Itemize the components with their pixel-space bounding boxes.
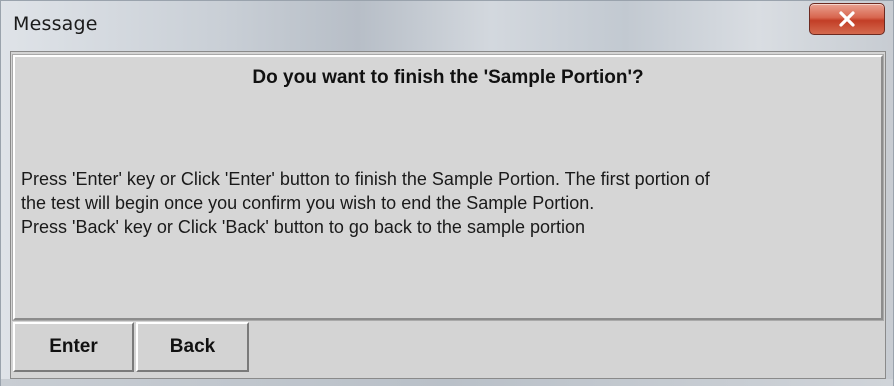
back-button[interactable]: Back	[136, 322, 249, 372]
enter-button[interactable]: Enter	[13, 322, 134, 372]
message-line-3: Press 'Back' key or Click 'Back' button …	[21, 217, 586, 237]
close-button[interactable]	[809, 3, 885, 35]
close-x-icon	[839, 11, 855, 27]
message-line-2: the test will begin once you confirm you…	[21, 193, 595, 213]
title-bar[interactable]: Message	[1, 1, 893, 45]
message-body: Press 'Enter' key or Click 'Enter' butto…	[21, 167, 881, 239]
message-line-1: Press 'Enter' key or Click 'Enter' butto…	[21, 169, 710, 189]
background-strip	[1, 379, 893, 386]
button-bar: Enter Back	[13, 322, 883, 374]
dialog-content: Do you want to finish the 'Sample Portio…	[10, 51, 886, 379]
message-panel: Do you want to finish the 'Sample Portio…	[12, 54, 884, 321]
message-dialog-window: Message Do you want to finish the 'Sampl…	[0, 0, 894, 386]
window-title: Message	[13, 13, 98, 35]
message-heading: Do you want to finish the 'Sample Portio…	[252, 67, 644, 88]
